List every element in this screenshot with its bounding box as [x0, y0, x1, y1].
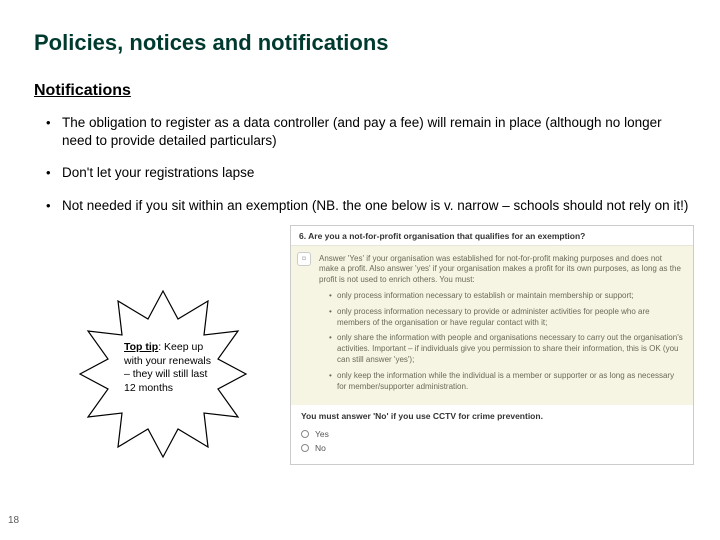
section-subtitle: Notifications	[34, 82, 690, 100]
criteria-item: only share the information with people a…	[329, 333, 683, 365]
bullet-list: The obligation to register as a data con…	[34, 114, 690, 215]
criteria-list: only process information necessary to es…	[319, 291, 683, 392]
radio-icon	[301, 444, 309, 452]
option-label: No	[315, 443, 326, 453]
bullet-item: The obligation to register as a data con…	[50, 114, 690, 150]
tip-callout: Top tip: Keep up with your renewals – th…	[78, 289, 248, 459]
criteria-item: only process information necessary to pr…	[329, 307, 683, 329]
criteria-item: only process information necessary to es…	[329, 291, 683, 302]
page-number: 18	[8, 515, 19, 526]
slide-title: Policies, notices and notifications	[34, 30, 690, 56]
warning-text: You must answer 'No' if you use CCTV for…	[291, 405, 693, 427]
tip-label: Top tip	[124, 341, 158, 353]
lightbulb-icon: ¤	[297, 252, 311, 266]
bullet-item: Don't let your registrations lapse	[50, 164, 690, 182]
tip-text: Top tip: Keep up with your renewals – th…	[124, 341, 216, 396]
option-yes[interactable]: Yes	[301, 429, 683, 439]
option-label: Yes	[315, 429, 329, 439]
radio-icon	[301, 430, 309, 438]
radio-options: Yes No	[291, 427, 693, 463]
answer-intro: Answer 'Yes' if your organisation was es…	[319, 254, 683, 285]
embedded-screenshot: 6. Are you a not-for-profit organisation…	[290, 225, 694, 465]
question-heading: 6. Are you a not-for-profit organisation…	[291, 226, 693, 246]
option-no[interactable]: No	[301, 443, 683, 453]
criteria-item: only keep the information while the indi…	[329, 371, 683, 393]
bullet-item: Not needed if you sit within an exemptio…	[50, 197, 690, 215]
